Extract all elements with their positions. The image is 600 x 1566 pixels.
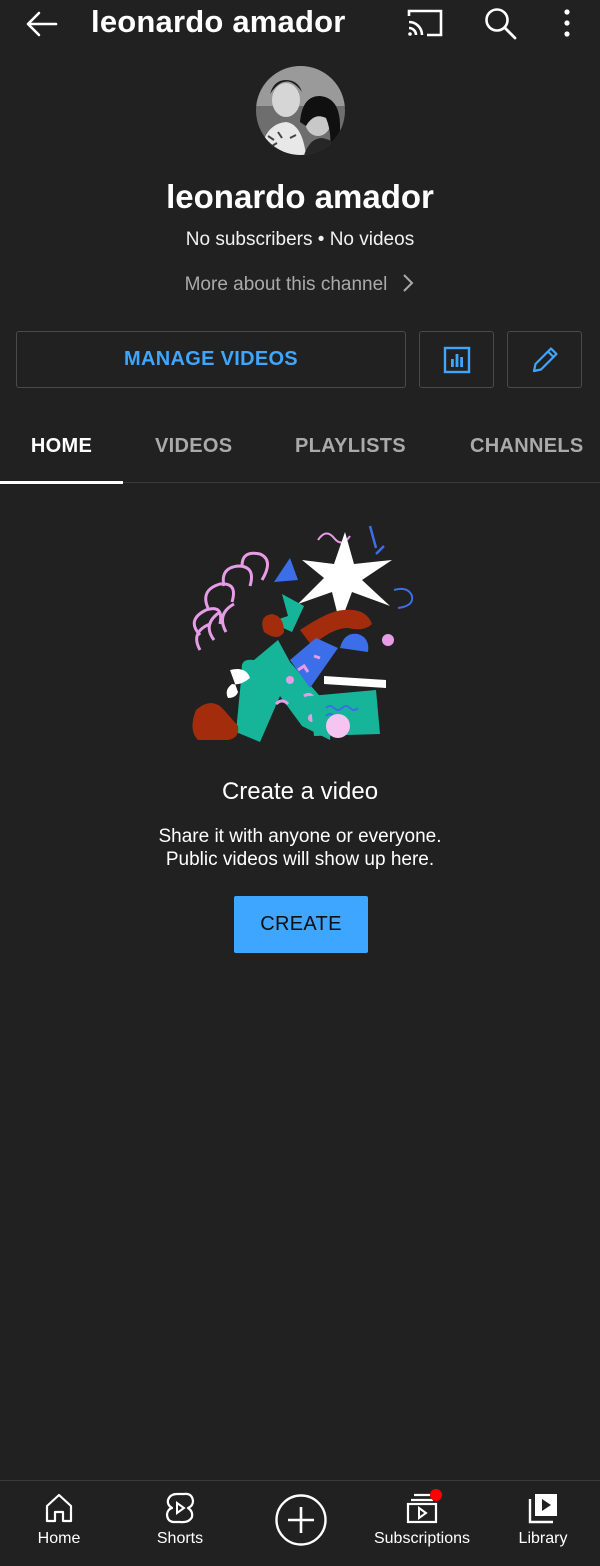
analytics-button[interactable] [419,331,494,388]
nav-shorts[interactable]: Shorts [140,1481,220,1566]
more-about-label: More about this channel [184,274,388,295]
search-icon[interactable] [482,5,520,41]
nav-library-label: Library [518,1530,568,1547]
back-arrow-icon[interactable] [24,8,60,40]
channel-stats: No subscribers • No videos [185,229,415,250]
empty-state-description: Share it with anyone or everyone. Public… [0,825,600,871]
edit-channel-button[interactable] [507,331,582,388]
channel-name: leonardo amador [166,178,434,215]
more-vert-icon[interactable] [556,5,578,41]
create-button[interactable]: CREATE [234,896,368,953]
create-video-illustration [192,525,414,742]
chevron-right-icon [403,274,414,292]
tab-home[interactable]: HOME [0,412,123,484]
home-icon [45,1493,73,1523]
more-about-channel-link[interactable]: More about this channel [0,273,600,296]
create-plus-icon [275,1494,327,1546]
library-icon [528,1494,557,1524]
tab-channels[interactable]: CHANNELS [470,412,584,482]
shorts-icon [165,1492,195,1524]
empty-state-title: Create a video [221,778,379,805]
nav-shorts-label: Shorts [156,1530,204,1547]
analytics-icon [443,346,470,373]
empty-state-line: Public videos will show up here. [165,849,435,870]
top-app-bar: leonardo amador [0,0,600,50]
bottom-navigation: Home Shorts Subscriptions Library [0,1480,600,1566]
nav-subscriptions[interactable]: Subscriptions [366,1481,478,1566]
cast-icon[interactable] [405,6,445,40]
manage-videos-button[interactable]: MANAGE VIDEOS [16,331,406,388]
avatar[interactable] [256,66,345,155]
empty-state-line: Share it with anyone or everyone. [158,826,442,847]
notification-dot [430,1489,442,1501]
tab-playlists[interactable]: PLAYLISTS [295,412,406,482]
edit-pencil-icon [532,346,558,372]
nav-library[interactable]: Library [510,1481,576,1566]
nav-home[interactable]: Home [20,1481,98,1566]
page-title: leonardo amador [91,4,346,39]
nav-home-label: Home [37,1530,81,1547]
tab-videos[interactable]: VIDEOS [155,412,232,482]
nav-create[interactable] [270,1481,332,1566]
channel-tabs: HOME VIDEOS PLAYLISTS CHANNELS [0,412,600,484]
nav-subscriptions-label: Subscriptions [373,1530,471,1547]
